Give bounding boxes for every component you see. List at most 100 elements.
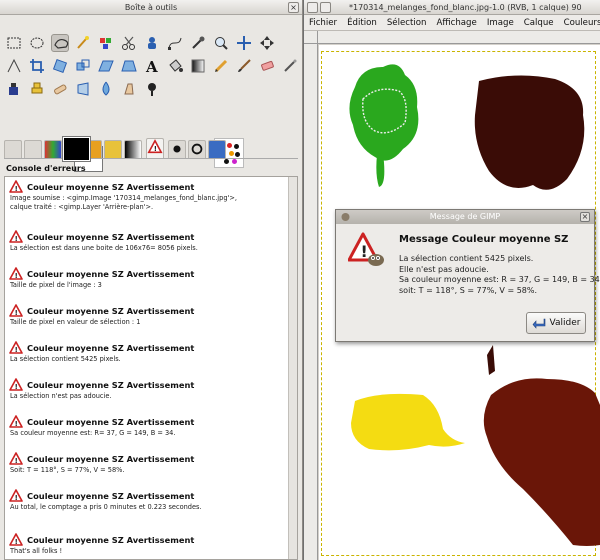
svg-text:!: ! xyxy=(15,494,18,502)
color-select-tool-icon[interactable] xyxy=(97,34,115,52)
warning-icon: ! xyxy=(9,452,23,465)
dialog-app-icon xyxy=(341,213,350,221)
ruler-corner[interactable] xyxy=(304,31,318,44)
menu-item-0[interactable]: Fichier xyxy=(304,15,342,30)
foreground-select-tool-icon[interactable] xyxy=(143,34,161,52)
tab-brush-dyn-icon[interactable] xyxy=(188,140,206,158)
svg-text:!: ! xyxy=(15,538,18,546)
console-entry: ! Couleur moyenne SZ Avertissement La séle… xyxy=(9,340,289,364)
console-entry-body: Taille de pixel en valeur de sélection :… xyxy=(10,318,141,326)
zoom-tool-icon[interactable] xyxy=(212,34,230,52)
console-entry-body: La sélection n'est pas adoucie. xyxy=(10,392,112,400)
dodge-burn-tool-icon[interactable] xyxy=(143,80,161,98)
svg-text:!: ! xyxy=(15,420,18,428)
gimp-message-dialog: Message de GIMP × ! Message Couleur moye… xyxy=(335,209,600,342)
eraser-tool-icon[interactable] xyxy=(258,57,276,75)
shear-tool-icon[interactable] xyxy=(97,57,115,75)
console-entry-body: Sa couleur moyenne est: R= 37, G = 149, … xyxy=(10,429,176,437)
svg-text:!: ! xyxy=(15,383,18,391)
warning-icon: ! xyxy=(9,341,23,354)
console-entry-title: Couleur moyenne SZ Avertissement xyxy=(27,305,195,316)
paintbrush-tool-icon[interactable] xyxy=(235,57,253,75)
smudge-tool-icon[interactable] xyxy=(120,80,138,98)
console-entry-body: Image soumise : <gimp.Image '170314_mela… xyxy=(10,194,237,211)
menu-item-5[interactable]: Calque xyxy=(519,15,559,30)
svg-text:!: ! xyxy=(15,309,18,317)
console-entry: ! Couleur moyenne SZ Avertissement Image s… xyxy=(9,179,289,212)
vertical-ruler[interactable] xyxy=(304,44,318,560)
console-entry-title: Couleur moyenne SZ Avertissement xyxy=(27,181,195,192)
foreground-color-swatch[interactable] xyxy=(62,136,91,162)
console-entry: ! Couleur moyenne SZ Avertissement Sa coul… xyxy=(9,414,289,438)
green-paint-blob xyxy=(349,64,419,161)
tab-device-status-icon[interactable] xyxy=(24,140,42,158)
console-entry: ! Couleur moyenne SZ Avertissement Taille … xyxy=(9,303,289,327)
svg-text:!: ! xyxy=(361,242,368,261)
blend-tool-icon[interactable] xyxy=(189,57,207,75)
warning-icon: ! xyxy=(9,489,23,502)
blur-tool-icon[interactable] xyxy=(97,80,115,98)
svg-text:!: ! xyxy=(15,457,18,465)
align-tool-icon[interactable] xyxy=(5,57,23,75)
dialog-message: La sélection contient 5425 pixels. Elle … xyxy=(399,254,600,295)
ink-tool-icon[interactable] xyxy=(5,80,23,98)
bucket-fill-tool-icon[interactable] xyxy=(166,57,184,75)
tab-error-console-icon[interactable]: ! xyxy=(146,138,164,158)
window-minimize-icon[interactable] xyxy=(307,2,318,13)
warning-icon: ! xyxy=(9,533,23,546)
menu-item-1[interactable]: Édition xyxy=(342,15,382,30)
warning-icon: ! xyxy=(9,415,23,428)
image-window-title: *170314_melanges_fond_blanc.jpg-1.0 (RVB… xyxy=(349,3,582,12)
ellipse-select-tool-icon[interactable] xyxy=(28,34,46,52)
scissors-tool-icon[interactable] xyxy=(120,34,138,52)
menu-item-4[interactable]: Image xyxy=(482,15,519,30)
menu-item-3[interactable]: Affichage xyxy=(431,15,481,30)
console-entry-title: Couleur moyenne SZ Avertissement xyxy=(27,453,195,464)
measure-tool-icon[interactable] xyxy=(235,34,253,52)
console-entry-body: Taille de pixel de l'image : 3 xyxy=(10,281,102,289)
console-entry-title: Couleur moyenne SZ Avertissement xyxy=(27,342,195,353)
perspective-clone-tool-icon[interactable] xyxy=(74,80,92,98)
scale-tool-icon[interactable] xyxy=(74,57,92,75)
dialog-heading: Message Couleur moyenne SZ xyxy=(399,234,569,245)
warning-icon: ! xyxy=(9,304,23,317)
tab-gradients-icon[interactable] xyxy=(124,140,142,158)
text-tool-icon[interactable]: A xyxy=(143,57,161,76)
rotate-tool-icon[interactable] xyxy=(51,57,69,75)
free-select-tool-icon[interactable] xyxy=(51,34,69,52)
toolbox-titlebar: Boîte à outils × xyxy=(0,0,302,15)
warning-icon: ! xyxy=(9,230,23,243)
perspective-tool-icon[interactable] xyxy=(120,57,138,75)
crop-tool-icon[interactable] xyxy=(28,57,46,75)
move-tool-icon[interactable] xyxy=(258,34,276,52)
menubar: Fichier Édition Sélection Affichage Image Cal… xyxy=(304,15,600,31)
validate-button-label: Valider xyxy=(549,318,581,328)
clone-tool-icon[interactable] xyxy=(28,80,46,98)
console-entry-body: La sélection contient 5425 pixels. xyxy=(10,355,121,363)
color-picker-tool-icon[interactable] xyxy=(189,34,207,52)
heal-tool-icon[interactable] xyxy=(51,80,69,98)
airbrush-tool-icon[interactable] xyxy=(281,57,299,75)
tab-channels-icon[interactable] xyxy=(44,140,62,158)
menu-item-2[interactable]: Sélection xyxy=(382,15,432,30)
horizontal-ruler[interactable] xyxy=(318,31,600,44)
tab-pointer-icon[interactable] xyxy=(168,140,186,158)
svg-text:!: ! xyxy=(15,272,18,280)
paths-tool-icon[interactable] xyxy=(166,34,184,52)
dialog-close-icon[interactable]: × xyxy=(580,212,590,222)
window-maximize-icon[interactable] xyxy=(320,2,331,13)
console-entry-body: La sélection est dans une boite de 106x7… xyxy=(10,244,198,252)
tab-images-icon[interactable] xyxy=(208,140,226,158)
fuzzy-select-tool-icon[interactable] xyxy=(74,34,92,52)
console-entry-title: Couleur moyenne SZ Avertissement xyxy=(27,379,195,390)
error-console: ! Couleur moyenne SZ Avertissement Image s… xyxy=(4,176,298,560)
console-scrollbar[interactable] xyxy=(288,177,297,559)
console-entry-title: Couleur moyenne SZ Avertissement xyxy=(27,416,195,427)
pencil-tool-icon[interactable] xyxy=(212,57,230,75)
tab-tool-options-icon[interactable] xyxy=(4,140,22,158)
menu-item-6[interactable]: Couleurs xyxy=(559,15,600,30)
validate-button[interactable]: Valider xyxy=(526,312,586,334)
rect-select-tool-icon[interactable] xyxy=(5,34,23,52)
tab-brushes-icon[interactable] xyxy=(104,140,122,158)
toolbox-close-icon[interactable]: × xyxy=(288,2,299,13)
